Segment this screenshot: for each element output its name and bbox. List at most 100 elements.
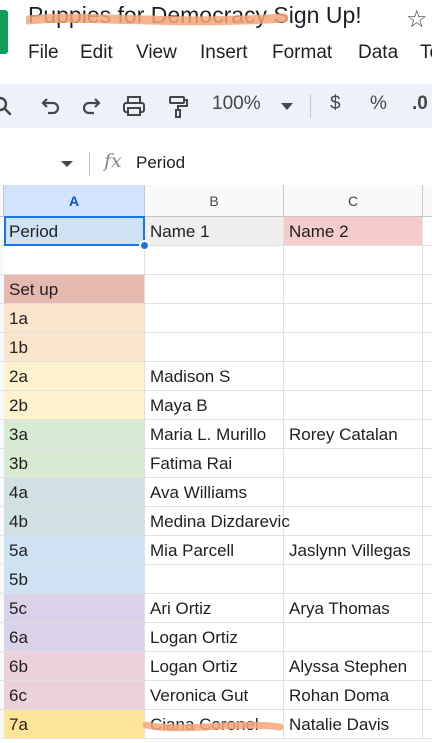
cell-b14[interactable]: Ari Ortiz [145,594,284,623]
cell-b16[interactable]: Logan Ortiz [145,652,284,681]
cell-c5[interactable] [284,333,423,362]
cell-a10[interactable]: 4a [4,478,145,507]
menu-insert[interactable]: Insert [200,42,248,64]
cell-b2[interactable] [145,246,284,275]
cell-c1[interactable]: Name 2 [284,217,423,246]
cell-a7[interactable]: 2b [4,391,145,420]
column-header-a[interactable]: A [4,185,145,217]
cell-c6[interactable] [284,362,423,391]
fx-icon: fx [104,150,122,172]
menu-tools[interactable]: To [420,42,432,64]
cell-c8[interactable]: Rorey Catalan [284,420,423,449]
cell-d2[interactable] [423,246,432,275]
cell-d14[interactable] [423,594,432,623]
decrease-decimal-button[interactable]: .0 [412,93,428,115]
cell-a12[interactable]: 5a [4,536,145,565]
cell-d13[interactable] [423,565,432,594]
cell-c15[interactable] [284,623,423,652]
cell-c3[interactable] [284,275,423,304]
cell-b15[interactable]: Logan Ortiz [145,623,284,652]
cell-c9[interactable] [284,449,423,478]
cell-c7[interactable] [284,391,423,420]
menu-data[interactable]: Data [358,42,398,64]
cell-c14[interactable]: Arya Thomas [284,594,423,623]
cell-d8[interactable] [423,420,432,449]
cell-b18[interactable]: Ciana Coronel [145,710,284,739]
cell-a14[interactable]: 5c [4,594,145,623]
cell-b13[interactable] [145,565,284,594]
cell-d16[interactable] [423,652,432,681]
star-icon[interactable]: ☆ [406,5,428,34]
cell-d3[interactable] [423,275,432,304]
cell-d18[interactable] [423,710,432,739]
redo-icon[interactable] [78,92,106,120]
cell-c10[interactable] [284,478,423,507]
cell-a16[interactable]: 6b [4,652,145,681]
fill-handle[interactable] [139,240,150,251]
cell-a9[interactable]: 3b [4,449,145,478]
cell-d15[interactable] [423,623,432,652]
cell-a15[interactable]: 6a [4,623,145,652]
cell-b6[interactable]: Madison S [145,362,284,391]
cell-d12[interactable] [423,536,432,565]
cell-d9[interactable] [423,449,432,478]
formula-input[interactable]: Period [136,153,185,173]
currency-format-button[interactable]: $ [330,93,341,115]
cell-c11[interactable] [284,507,423,536]
name-box-dropdown-icon[interactable] [61,161,73,167]
cell-d10[interactable] [423,478,432,507]
formula-bar: fx Period [0,146,432,182]
paint-format-icon[interactable] [164,92,192,120]
cell-b3[interactable] [145,275,284,304]
menu-format[interactable]: Format [272,42,332,64]
column-header-b[interactable]: B [145,185,284,217]
search-icon[interactable] [0,92,16,120]
cell-c12[interactable]: Jaslynn Villegas [284,536,423,565]
cell-a4[interactable]: 1a [4,304,145,333]
cell-d5[interactable] [423,333,432,362]
cell-c17[interactable]: Rohan Doma [284,681,423,710]
cell-b9[interactable]: Fatima Rai [145,449,284,478]
cell-d1[interactable] [423,217,432,246]
menu-edit[interactable]: Edit [80,42,113,64]
cell-c18[interactable]: Natalie Davis [284,710,423,739]
cell-a13[interactable]: 5b [4,565,145,594]
cell-a3[interactable]: Set up [4,275,145,304]
menu-view[interactable]: View [136,42,177,64]
cell-a11[interactable]: 4b [4,507,145,536]
zoom-level[interactable]: 100% [212,93,261,115]
cell-b1[interactable]: Name 1 [145,217,284,246]
cell-a1[interactable]: Period [4,217,145,246]
cell-c4[interactable] [284,304,423,333]
cell-a8[interactable]: 3a [4,420,145,449]
cell-b10[interactable]: Ava Williams [145,478,284,507]
cell-c13[interactable] [284,565,423,594]
zoom-dropdown-icon[interactable] [281,103,293,110]
cell-a18[interactable]: 7a [4,710,145,739]
cell-b11[interactable]: Medina Dizdarevic [145,507,290,536]
cell-b4[interactable] [145,304,284,333]
cell-d11[interactable] [423,507,432,536]
cell-a6[interactable]: 2a [4,362,145,391]
cell-d7[interactable] [423,391,432,420]
cell-c2[interactable] [284,246,423,275]
document-title[interactable]: Puppies for Democracy Sign Up! [28,2,362,29]
cell-d17[interactable] [423,681,432,710]
cell-b8[interactable]: Maria L. Murillo [145,420,284,449]
print-icon[interactable] [120,92,148,120]
undo-icon[interactable] [36,92,64,120]
cell-b7[interactable]: Maya B [145,391,284,420]
percent-format-button[interactable]: % [370,93,387,115]
cell-a17[interactable]: 6c [4,681,145,710]
column-header-d[interactable] [423,185,432,217]
cell-c16[interactable]: Alyssa Stephen [284,652,423,681]
cell-b17[interactable]: Veronica Gut [145,681,284,710]
cell-d4[interactable] [423,304,432,333]
cell-a5[interactable]: 1b [4,333,145,362]
cell-b5[interactable] [145,333,284,362]
cell-b12[interactable]: Mia Parcell [145,536,284,565]
menu-file[interactable]: File [28,42,59,64]
cell-a2[interactable] [4,246,145,275]
cell-d6[interactable] [423,362,432,391]
column-header-c[interactable]: C [284,185,423,217]
